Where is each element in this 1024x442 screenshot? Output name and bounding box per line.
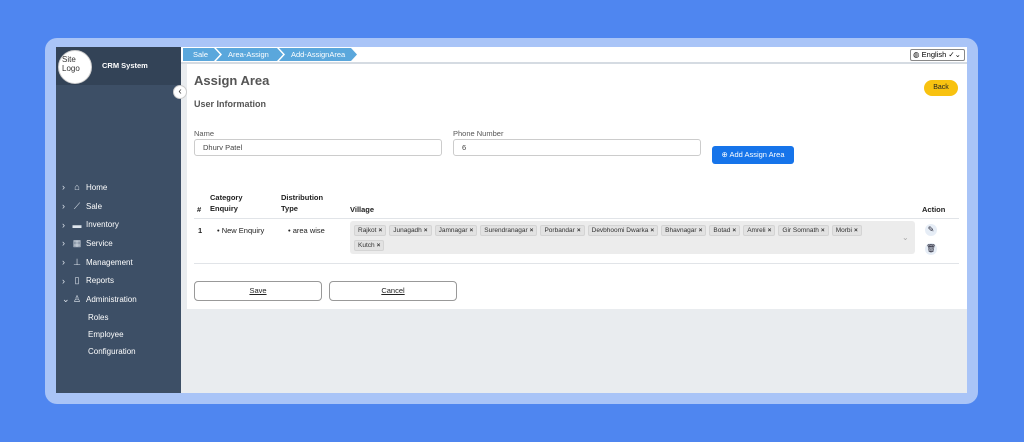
save-button[interactable]: Save: [194, 281, 322, 301]
user-gear-icon: ♙: [72, 293, 82, 304]
village-tag: Gir Somnath ×: [778, 225, 829, 236]
breadcrumb-area-assign[interactable]: Area-Assign: [216, 48, 283, 61]
village-tag: Devbhoomi Dwarka ×: [587, 225, 659, 236]
remove-tag-icon[interactable]: ×: [424, 227, 428, 234]
chevron-down-icon[interactable]: ⌄: [902, 233, 909, 242]
home-icon: ⌂: [74, 182, 80, 193]
chevron-right-icon: ›: [62, 201, 65, 212]
remove-tag-icon[interactable]: ×: [732, 227, 736, 234]
chevron-down-icon: ✓⌄: [948, 50, 961, 59]
sidebar-nav: › ⌂ Home › ⟋ Sale › ▬ Inventory › ▦ Serv…: [62, 178, 180, 360]
sidebar-item-management[interactable]: › ⊥ Management: [62, 253, 180, 272]
village-tag: Amreli ×: [743, 225, 776, 236]
sidebar-header: Site Logo CRM System: [56, 47, 181, 85]
language-select[interactable]: ◍ English ✓⌄: [910, 49, 965, 61]
chevron-right-icon: ›: [62, 238, 65, 249]
site-logo: Site Logo: [58, 50, 92, 84]
sidebar-collapse-button[interactable]: ‹: [173, 85, 187, 99]
language-value: English: [921, 50, 947, 59]
village-tag: Morbi ×: [831, 225, 862, 236]
remove-tag-icon[interactable]: ×: [768, 227, 772, 234]
section-title: User Information: [194, 99, 267, 109]
remove-tag-icon[interactable]: ×: [821, 227, 825, 234]
breadcrumb-sale[interactable]: Sale: [183, 48, 220, 61]
village-tag: Botad ×: [709, 225, 741, 236]
name-field[interactable]: Dhurv Patel: [194, 139, 442, 156]
village-tag: Kutch ×: [354, 240, 385, 251]
trash-icon[interactable]: 🗑: [925, 243, 937, 255]
chevron-down-icon: ⌄: [62, 293, 70, 304]
column-header-action: Action: [922, 205, 946, 214]
sidebar-item-label: Inventory: [86, 220, 119, 230]
sidebar-item-label: Management: [86, 257, 133, 267]
chevron-right-icon: ›: [62, 275, 65, 286]
sidebar-item-reports[interactable]: › ▯ Reports: [62, 271, 180, 290]
village-tag: Surendranagar ×: [480, 225, 538, 236]
column-header-distribution: Distribution Type: [281, 193, 324, 213]
sidebar: Site Logo CRM System › ⌂ Home › ⟋ Sale ›…: [56, 47, 181, 393]
truck-icon: ▬: [72, 219, 82, 230]
add-assign-area-label: Add Assign Area: [729, 150, 785, 159]
table-divider: [194, 263, 959, 264]
add-assign-area-button[interactable]: ⊕ Add Assign Area: [712, 146, 794, 164]
sitemap-icon: ⊥: [73, 256, 81, 267]
cancel-button[interactable]: Cancel: [329, 281, 457, 301]
sidebar-item-home[interactable]: › ⌂ Home: [62, 178, 180, 197]
app-window: Site Logo CRM System › ⌂ Home › ⟋ Sale ›…: [56, 47, 967, 393]
sidebar-item-service[interactable]: › ▦ Service: [62, 234, 180, 253]
phone-field[interactable]: 6: [453, 139, 701, 156]
chevron-right-icon: ›: [62, 219, 65, 230]
main-content: Assign Area User Information Back Name D…: [187, 64, 967, 309]
chart-line-icon: ⟋: [73, 200, 81, 211]
grid-icon: ▦: [72, 237, 82, 248]
remove-tag-icon[interactable]: ×: [378, 227, 382, 234]
brand-name: CRM System: [102, 61, 148, 70]
sidebar-item-label: Sale: [86, 201, 103, 211]
row-distribution: • area wise: [288, 226, 325, 235]
sidebar-subitem-roles[interactable]: Roles: [62, 309, 180, 326]
row-category: • New Enquiry: [217, 226, 265, 235]
remove-tag-icon[interactable]: ×: [530, 227, 534, 234]
table-divider: [194, 218, 959, 219]
edit-icon[interactable]: ✎: [925, 224, 937, 236]
remove-tag-icon[interactable]: ×: [650, 227, 654, 234]
name-label: Name: [194, 129, 215, 138]
sidebar-item-label: Reports: [86, 276, 115, 286]
village-tag: Junagadh ×: [389, 225, 432, 236]
back-button[interactable]: Back: [924, 80, 958, 96]
sidebar-item-label: Home: [86, 182, 108, 192]
sidebar-item-inventory[interactable]: › ▬ Inventory: [62, 215, 180, 234]
remove-tag-icon[interactable]: ×: [699, 227, 703, 234]
sidebar-item-administration[interactable]: ⌄ ♙ Administration: [62, 290, 180, 309]
remove-tag-icon[interactable]: ×: [577, 227, 581, 234]
village-tag: Bhavnagar ×: [661, 225, 707, 236]
column-header-category: Category Enquiry: [210, 193, 243, 213]
row-number: 1: [198, 226, 203, 235]
breadcrumb-add-assignarea[interactable]: Add-AssignArea: [279, 48, 357, 61]
chevron-right-icon: ›: [62, 257, 65, 268]
village-tag: Porbandar ×: [540, 225, 585, 236]
sidebar-item-label: Service: [86, 238, 113, 248]
page-title: Assign Area: [194, 73, 270, 88]
sidebar-subitem-configuration[interactable]: Configuration: [62, 343, 180, 360]
row-distribution-value: area wise: [292, 226, 325, 235]
remove-tag-icon[interactable]: ×: [854, 227, 858, 234]
document-icon: ▯: [74, 275, 80, 286]
village-tag: Jamnagar ×: [434, 225, 478, 236]
remove-tag-icon[interactable]: ×: [377, 242, 381, 249]
globe-icon: ◍: [913, 50, 920, 59]
column-header-num: #: [197, 205, 202, 214]
village-tag: Rajkot ×: [354, 225, 387, 236]
column-header-village: Village: [350, 205, 375, 214]
row-category-value: New Enquiry: [221, 226, 265, 235]
sidebar-subitem-employee[interactable]: Employee: [62, 326, 180, 343]
plus-circle-icon: ⊕: [721, 150, 728, 159]
sidebar-item-sale[interactable]: › ⟋ Sale: [62, 197, 180, 216]
sidebar-item-label: Administration: [86, 294, 137, 304]
chevron-right-icon: ›: [62, 182, 65, 193]
remove-tag-icon[interactable]: ×: [470, 227, 474, 234]
village-multiselect[interactable]: Rajkot × Junagadh × Jamnagar × Surendranaga…: [350, 221, 915, 254]
topbar: Sale Area-Assign Add-AssignArea ◍ Englis…: [181, 47, 967, 64]
phone-label: Phone Number: [453, 129, 504, 138]
